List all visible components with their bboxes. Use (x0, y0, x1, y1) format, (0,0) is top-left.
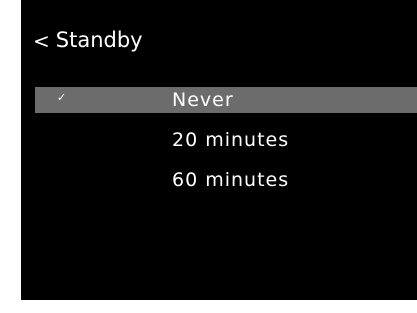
menu-item-label: 20 minutes (172, 129, 290, 151)
menu-item-20-minutes[interactable]: 20 minutes (35, 127, 417, 153)
checkmark-icon: ✓ (57, 91, 67, 104)
menu-item-never[interactable]: ✓ Never (35, 87, 417, 113)
page-title: Standby (55, 28, 143, 52)
menu-item-label: 60 minutes (172, 169, 290, 191)
menu-item-60-minutes[interactable]: 60 minutes (35, 167, 417, 193)
chevron-left-icon: < (33, 28, 50, 53)
back-button[interactable]: < Standby (33, 30, 143, 51)
standby-screen: < Standby ✓ Never 20 minutes 60 minutes (21, 0, 417, 300)
menu-item-label: Never (172, 89, 234, 111)
standby-options-list: ✓ Never 20 minutes 60 minutes (35, 87, 417, 207)
